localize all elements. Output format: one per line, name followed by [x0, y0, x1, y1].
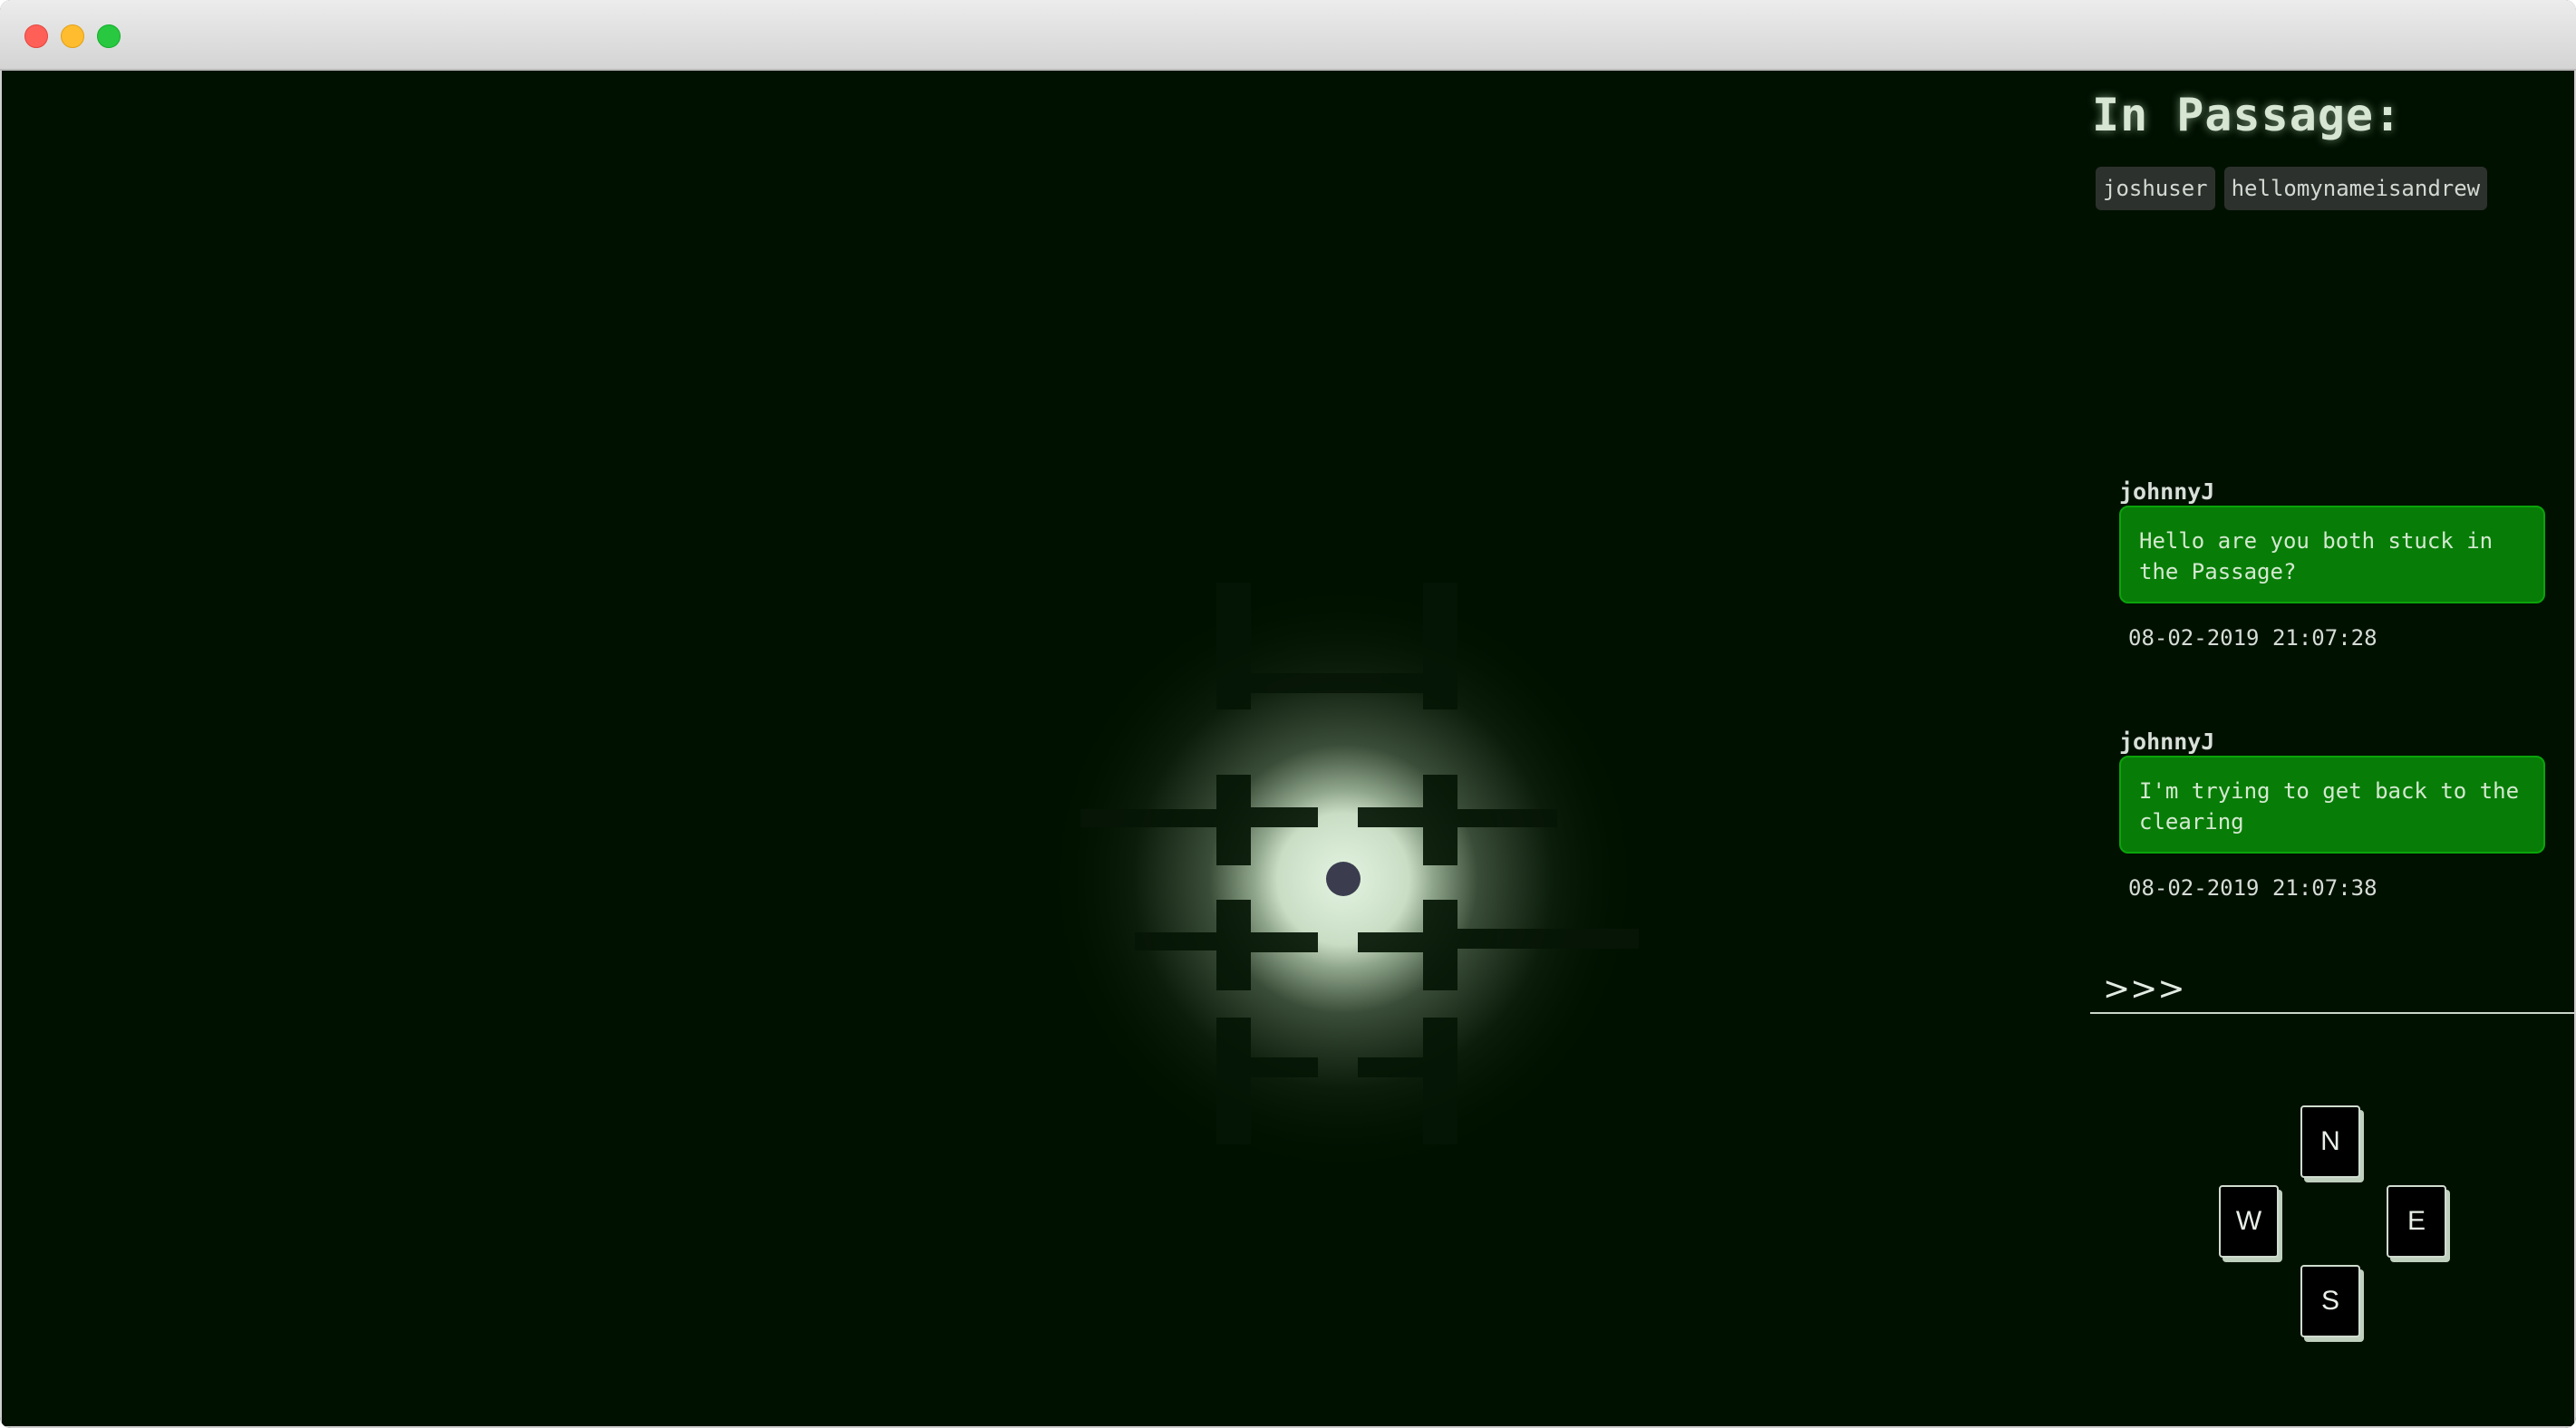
game-content: In Passage: joshuser hellomynameisandrew… [2, 71, 2574, 1426]
user-chip: hellomynameisandrew [2223, 167, 2488, 210]
message-list: johnnyJ Hello are you both stuck in the … [2119, 478, 2549, 979]
chat-input[interactable] [2177, 967, 2571, 1008]
message-timestamp: 08-02-2019 21:07:38 [2128, 875, 2377, 901]
minimize-window-button[interactable] [61, 24, 84, 48]
player-dot-icon [1326, 862, 1361, 896]
title-bar [0, 0, 2576, 71]
chat-message: johnnyJ I'm trying to get back to the cl… [2119, 728, 2549, 979]
maximize-window-button[interactable] [97, 24, 121, 48]
prompt-symbol: >>> [2103, 970, 2185, 1008]
west-button[interactable]: W [2219, 1185, 2279, 1258]
user-list: joshuser hellomynameisandrew [2096, 167, 2488, 210]
south-button[interactable]: S [2300, 1265, 2360, 1337]
message-author: johnnyJ [2119, 478, 2215, 505]
message-timestamp: 08-02-2019 21:07:28 [2128, 625, 2377, 651]
chat-message: johnnyJ Hello are you both stuck in the … [2119, 478, 2549, 728]
message-bubble: I'm trying to get back to the clearing [2119, 756, 2545, 854]
maze-view [1044, 564, 1642, 1163]
north-button[interactable]: N [2300, 1105, 2360, 1178]
east-button[interactable]: E [2387, 1185, 2446, 1258]
close-window-button[interactable] [24, 24, 48, 48]
passage-heading: In Passage: [2092, 89, 2403, 141]
app-window: In Passage: joshuser hellomynameisandrew… [0, 0, 2576, 1428]
message-author: johnnyJ [2119, 728, 2215, 755]
message-bubble: Hello are you both stuck in the Passage? [2119, 506, 2545, 603]
chat-prompt: >>> [2090, 963, 2574, 1014]
chat-sidebar: In Passage: joshuser hellomynameisandrew… [2087, 71, 2574, 1426]
user-chip: joshuser [2096, 167, 2215, 210]
